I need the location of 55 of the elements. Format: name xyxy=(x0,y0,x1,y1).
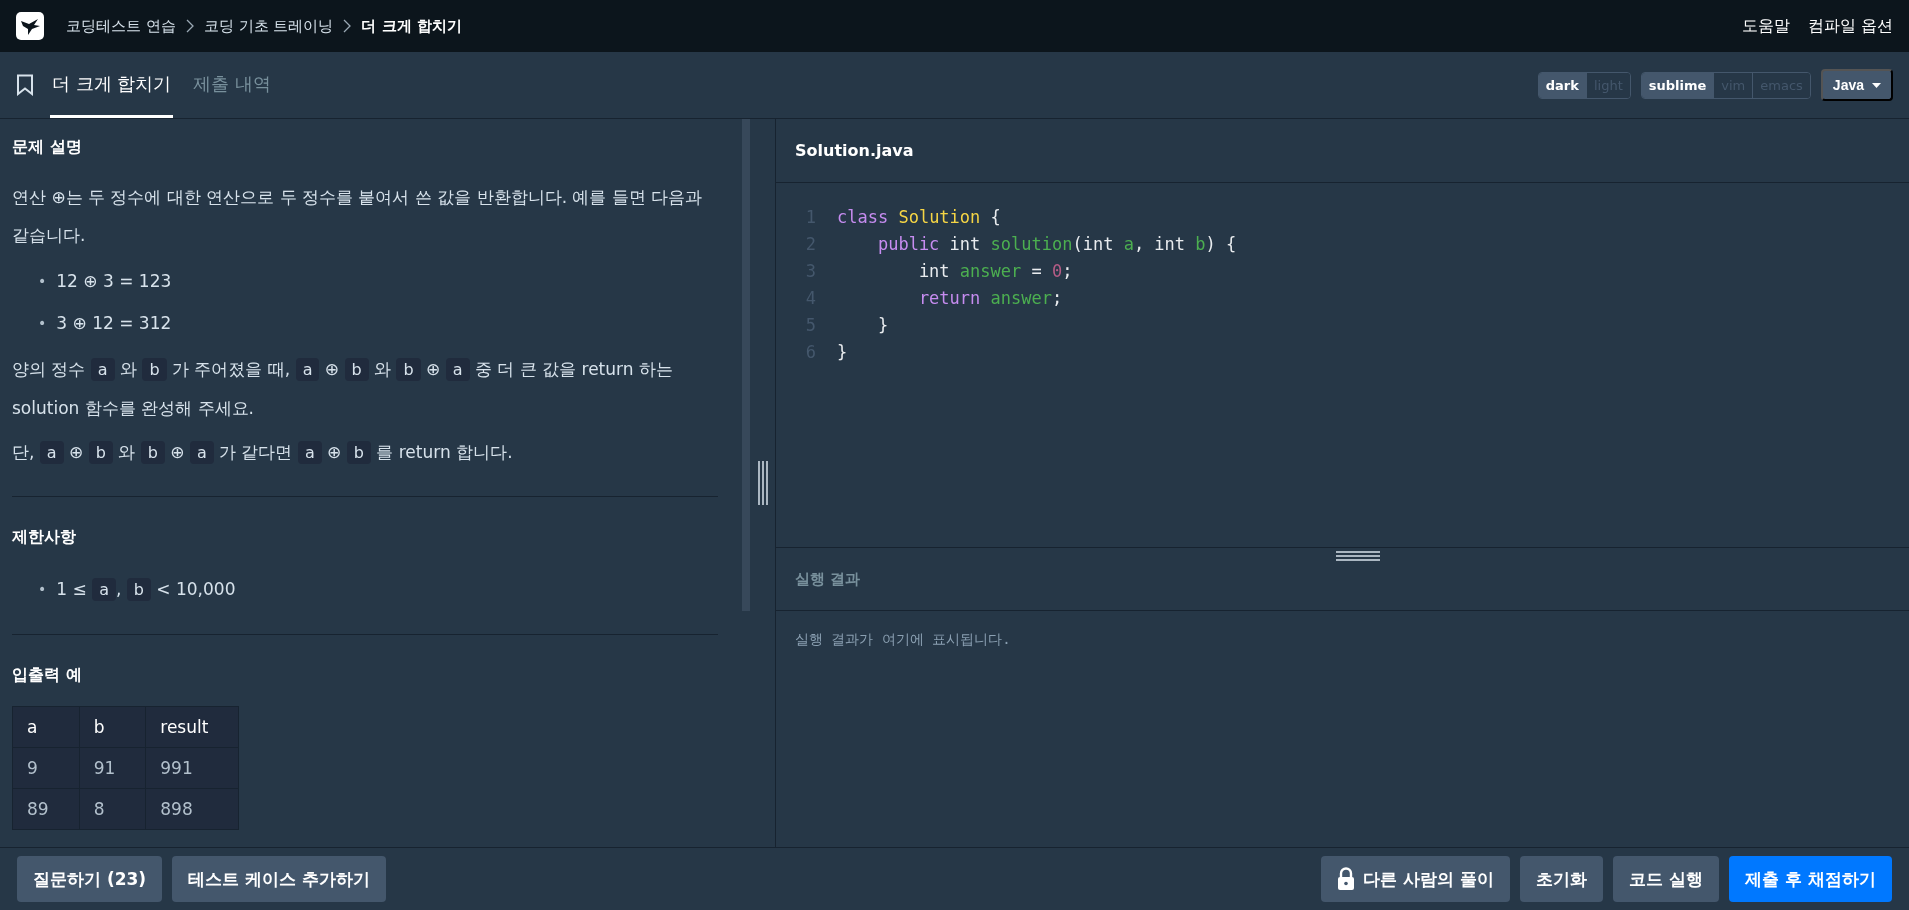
action-button[interactable]: 테스트 케이스 추가하기 xyxy=(172,856,386,902)
result-message: 실행 결과가 여기에 표시됩니다. xyxy=(795,631,1011,647)
theme-option[interactable]: dark xyxy=(1538,72,1586,98)
code-line: int answer = 0; xyxy=(917,260,1073,281)
code-line: class Solution { xyxy=(837,206,1001,227)
lock-icon xyxy=(1337,867,1356,891)
header-link[interactable]: 컴파일 옵션 xyxy=(1807,15,1893,37)
action-button[interactable]: 다른 사람의 풀이 xyxy=(1321,856,1511,902)
action-button[interactable]: 코드 실행 xyxy=(1613,856,1720,902)
bullet-item: 12 ⊕ 3 = 123 xyxy=(56,270,172,293)
submit-button[interactable]: 제출 후 채점하기 xyxy=(1729,856,1892,902)
scrollbar-thumb[interactable] xyxy=(742,119,750,611)
breadcrumb-link[interactable]: 코딩테스트 연습 xyxy=(66,16,176,36)
tab[interactable]: 더 크게 합치기 xyxy=(50,52,174,118)
bullet-marker: • xyxy=(38,314,47,332)
table-header-cell: result xyxy=(145,706,239,748)
table-cell: 89 xyxy=(12,788,80,830)
bullet-marker: • xyxy=(38,272,47,290)
code-line: return answer; xyxy=(917,287,1063,308)
bullet-item: 3 ⊕ 12 = 312 xyxy=(56,312,172,335)
table-cell: 91 xyxy=(79,747,146,789)
bullet-marker: • xyxy=(38,580,47,598)
bookmark-icon[interactable] xyxy=(16,74,34,96)
section-title: 제한사항 xyxy=(12,527,77,548)
vertical-drag-handle[interactable] xyxy=(756,461,769,505)
result-title: 실행 결과 xyxy=(795,569,861,589)
keymap-option[interactable]: sublime xyxy=(1641,72,1714,98)
caret-icon xyxy=(1872,82,1881,88)
table-cell: 898 xyxy=(145,788,239,830)
code-line: } xyxy=(876,314,889,335)
table-header-cell: a xyxy=(12,706,80,748)
breadcrumb-link[interactable]: 더 크게 합치기 xyxy=(361,16,462,36)
table-header-cell: b xyxy=(79,706,146,748)
horizontal-drag-handle[interactable] xyxy=(1336,550,1380,562)
bullet-item: 1 ≤ a , b < 10,000 xyxy=(56,576,236,603)
paragraph-text: 연산 ⊕는 두 정수에 대한 연산으로 두 정수를 붙여서 쓴 값을 반환합니다. 예를 들면 다음과 같습니다. xyxy=(12,186,704,247)
table-cell: 991 xyxy=(145,747,239,789)
paragraph-text: 양의 정수 a 와 b 가 주어졌을 때, a ⊕ b 와 b ⊕ a 중 더 큰 값을 return 하는 solution 함수를 완성해 주세요. xyxy=(12,357,674,420)
bird-logo-icon[interactable] xyxy=(16,12,44,40)
table-cell: 8 xyxy=(79,788,146,830)
language-dropdown[interactable]: Java xyxy=(1820,69,1893,101)
chevron-right-icon xyxy=(343,19,352,33)
header-link[interactable]: 도움말 xyxy=(1741,15,1790,37)
code-line: public int solution(int a, int b) { xyxy=(876,233,1237,254)
table-cell: 9 xyxy=(12,747,80,789)
breadcrumb-link[interactable]: 코딩 기초 트레이닝 xyxy=(203,16,334,36)
section-title: 문제 설명 xyxy=(12,137,83,158)
action-button[interactable]: 초기화 xyxy=(1520,856,1604,902)
code-line: } xyxy=(837,341,848,362)
file-name: Solution.java xyxy=(776,119,1909,183)
tab[interactable]: 제출 내역 xyxy=(191,52,274,118)
section-title: 입출력 예 xyxy=(12,665,83,686)
chevron-right-icon xyxy=(185,19,194,33)
action-button[interactable]: 질문하기 (23) xyxy=(17,856,163,902)
paragraph-text: 단, a ⊕ b 와 b ⊕ a 가 같다면 a ⊕ b 를 return 합니다. xyxy=(12,440,514,466)
